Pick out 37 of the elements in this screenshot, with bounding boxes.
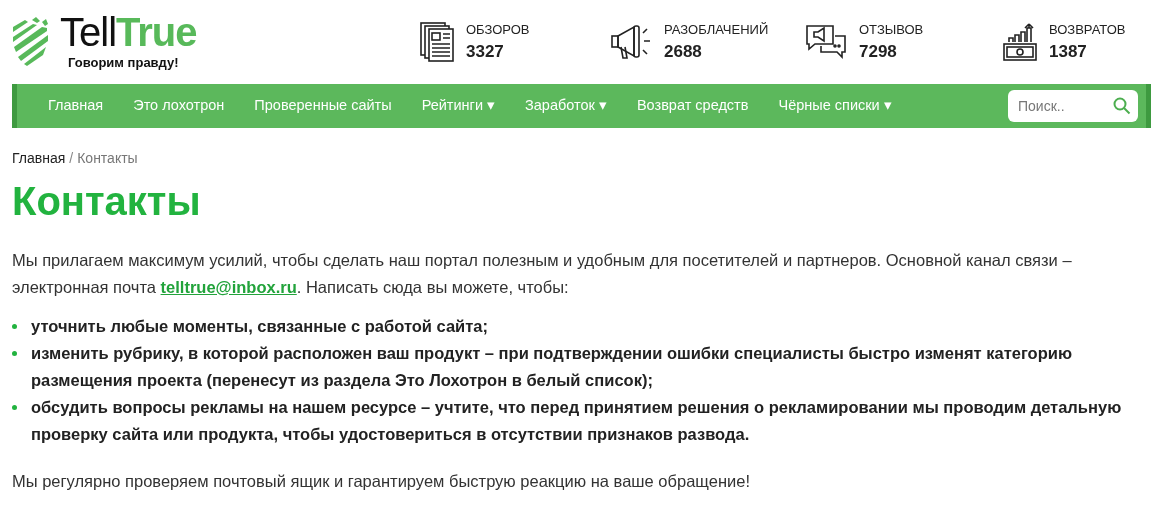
breadcrumb-link[interactable]: Главная <box>12 148 66 169</box>
breadcrumb-separator: / <box>69 149 74 168</box>
nav-link[interactable]: Заработок ▾ <box>510 95 622 117</box>
nav-link[interactable]: Проверенные сайты <box>239 95 407 117</box>
search-icon[interactable] <box>1113 97 1131 115</box>
list-item-text: обсудить вопросы рекламы на нашем ресурсе – учтите, что перед принятием решения о рекламировании мы проводим детальную проверку сайта или продукта, чтобы удостовериться в отсутствии признаков развода. <box>31 397 1123 445</box>
nav-link[interactable]: Это лохотрон <box>118 95 240 117</box>
nav-link[interactable]: Главная <box>33 95 119 117</box>
stat-count: 3327 <box>466 41 505 63</box>
newspaper-icon <box>420 22 454 62</box>
megaphone-icon <box>610 23 652 61</box>
page-title: Контакты <box>12 178 202 225</box>
email-link[interactable]: telltrue@inbox.ru <box>160 278 297 296</box>
stat-count: 7298 <box>859 41 898 63</box>
stat-count: 1387 <box>1049 41 1088 63</box>
nav-link[interactable]: Чёрные списки ▾ <box>763 95 907 117</box>
closing-paragraph: Мы регулярно проверяем почтовый ящик и гарантируем быструю реакцию на ваше обращение! <box>12 471 751 492</box>
stat-label: ВОЗВРАТОВ <box>1049 20 1126 39</box>
bullet-icon <box>12 351 17 356</box>
money-chart-icon <box>1003 22 1037 62</box>
nav-link[interactable]: Рейтинги ▾ <box>406 95 510 117</box>
intro-paragraph: Мы прилагаем максимум усилий, чтобы сделать наш портал полезным и удобным для посетителей и партнеров. Основной канал связи – электронная почта telltrue@inbox.ru. Написать сюда вы можете, чтобы: <box>12 250 1073 298</box>
stat-count: 2688 <box>664 41 703 63</box>
stat-label: ОТЗЫВОВ <box>859 20 924 39</box>
bullet-icon <box>12 405 17 410</box>
nav-link[interactable]: Возврат средств <box>621 95 764 117</box>
breadcrumb-current: Контакты <box>77 149 138 168</box>
search-field[interactable]: Поиск.. <box>1008 90 1138 122</box>
brand-name: True <box>116 10 197 55</box>
list-item-text: уточнить любые моменты, связанные с работой сайта; <box>31 316 488 337</box>
bullet-icon <box>12 324 17 329</box>
logo-tagline: Говорим правду! <box>68 54 180 73</box>
stat-label: РАЗОБЛАЧЕНИЙ <box>664 20 769 39</box>
list-item-text: изменить рубрику, в которой расположен ваш продукт – при подтверждении ошибки специалисты быстро изменят категорию размещения проекта (перенесут из раздела Это Лохотрон в белый список); <box>31 343 1073 391</box>
stat-label: ОБЗОРОВ <box>466 20 530 39</box>
chat-icon <box>805 24 847 60</box>
brand-name: Tell <box>60 10 117 55</box>
